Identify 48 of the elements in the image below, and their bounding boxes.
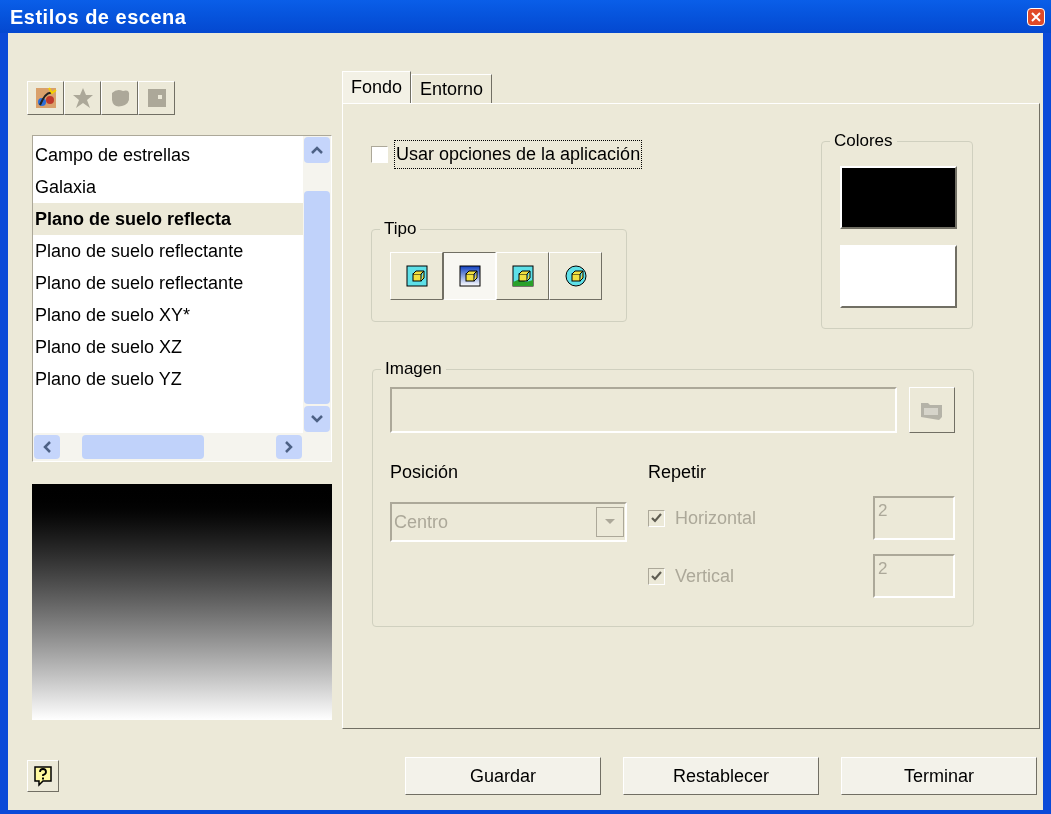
style-list-item[interactable]: Plano de suelo XZ — [33, 331, 303, 363]
gradient-background-icon — [458, 265, 481, 287]
toolbar-button[interactable] — [27, 81, 64, 115]
chevron-right-icon — [285, 441, 293, 453]
tab[interactable]: Fondo — [342, 71, 412, 103]
color-swatch[interactable] — [840, 245, 957, 308]
position-label: Posición — [390, 461, 460, 484]
dialog-button[interactable]: Guardar — [405, 757, 601, 795]
style-list-item[interactable]: Plano de suelo XY* — [33, 299, 303, 331]
dialog-button[interactable]: Restablecer — [623, 757, 819, 795]
style-list-item[interactable]: Plano de suelo reflectante — [33, 235, 303, 267]
close-button[interactable] — [1027, 7, 1045, 26]
checkbox-label: Horizontal — [675, 506, 758, 530]
solid-background-icon — [405, 265, 428, 287]
scroll-down-button[interactable] — [304, 406, 330, 432]
dialog-button[interactable]: Terminar — [841, 757, 1037, 795]
chevron-down-icon — [311, 415, 323, 423]
sphere-background-icon — [564, 265, 587, 287]
group-title: Imagen — [381, 359, 446, 379]
window-title: Estilos de escena — [10, 4, 187, 30]
color-swatch[interactable] — [840, 166, 957, 229]
horizontal-scrollbar[interactable] — [33, 433, 331, 461]
style-list-item[interactable]: Galaxia — [33, 171, 303, 203]
image-background-icon — [511, 265, 534, 287]
scroll-left-button[interactable] — [34, 435, 60, 459]
close-icon — [1031, 11, 1041, 22]
style-list-item[interactable]: Plano de suelo reflecta — [33, 203, 303, 235]
group-title: Tipo — [380, 219, 421, 239]
scroll-thumb[interactable] — [82, 435, 204, 459]
star-icon — [71, 87, 94, 109]
chevron-up-icon — [311, 146, 323, 154]
scroll-thumb[interactable] — [304, 191, 330, 404]
checkbox-label: Usar opciones de la aplicación — [394, 140, 643, 169]
checkbox[interactable] — [371, 146, 388, 163]
help-button[interactable] — [27, 760, 59, 792]
square-icon — [145, 87, 168, 109]
vertical-scrollbar[interactable] — [303, 136, 331, 433]
scroll-right-button[interactable] — [276, 435, 302, 459]
scene-style-icon — [34, 87, 57, 109]
scroll-up-button[interactable] — [304, 137, 330, 163]
help-icon — [33, 765, 53, 787]
checkbox-label: Vertical — [675, 564, 736, 588]
style-list-item[interactable]: Campo de estrellas — [33, 139, 303, 171]
repeat-label: Repetir — [648, 461, 708, 484]
tab[interactable]: Entorno — [411, 74, 493, 103]
style-list-item[interactable]: Plano de suelo reflectante — [33, 267, 303, 299]
chevron-left-icon — [43, 441, 51, 453]
style-list-item[interactable]: Plano de suelo YZ — [33, 363, 303, 395]
